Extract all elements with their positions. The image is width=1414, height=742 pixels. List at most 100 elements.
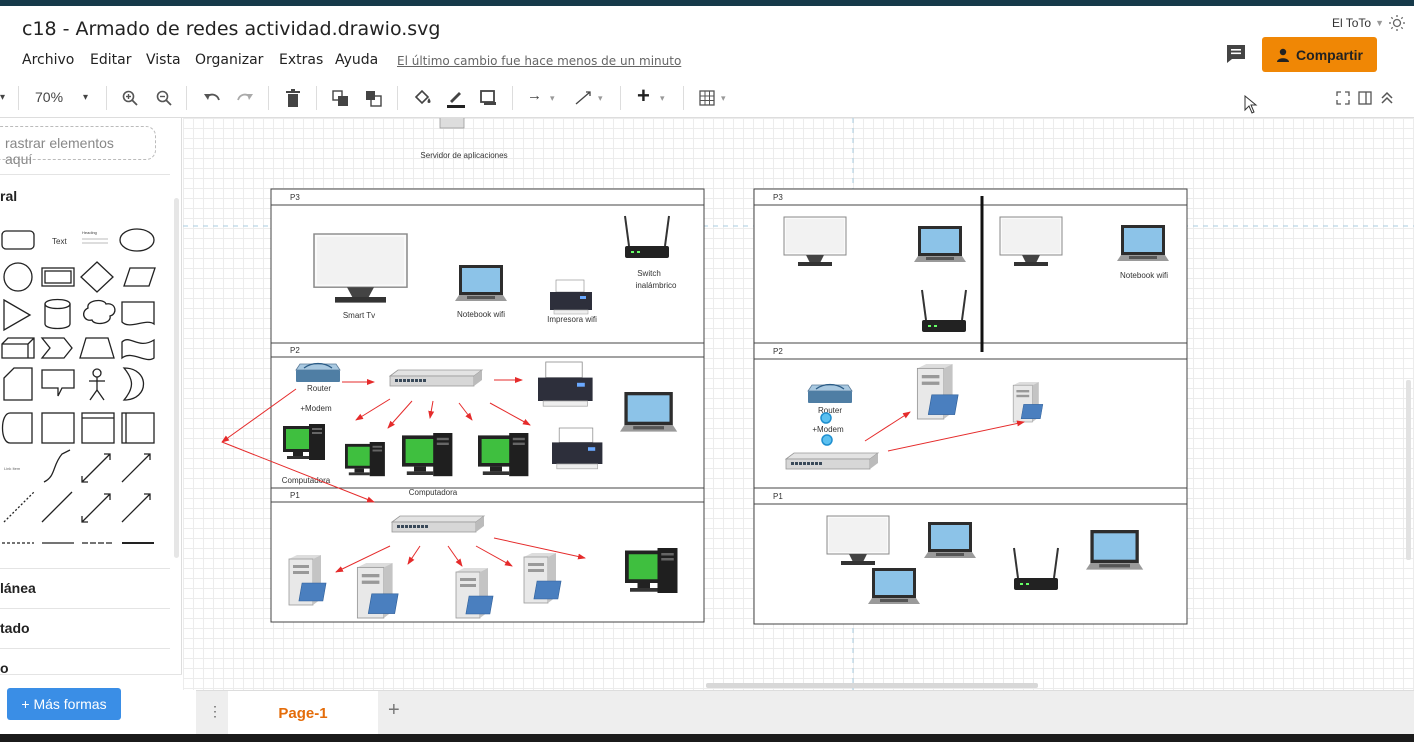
divider: [0, 174, 170, 175]
server-icon[interactable]: [288, 554, 327, 606]
server-icon[interactable]: [1012, 381, 1044, 423]
chevron-down-icon[interactable]: ▾: [660, 93, 665, 104]
trash-icon[interactable]: [285, 89, 301, 107]
format-panel-icon[interactable]: [1358, 91, 1372, 105]
menu-editar[interactable]: Editar: [90, 52, 131, 68]
comment-icon[interactable]: [1224, 42, 1248, 66]
switch-label-line1: Switch: [637, 269, 661, 278]
menu-archivo[interactable]: Archivo: [22, 52, 74, 68]
document-title[interactable]: c18 - Armado de redes actividad.drawio.s…: [22, 18, 440, 40]
pages-menu-icon[interactable]: ⋮: [208, 703, 222, 720]
floor-label-p1: P1: [773, 492, 783, 501]
chevron-down-icon[interactable]: ▾: [721, 93, 726, 104]
server-icon[interactable]: [455, 567, 494, 619]
menu-ayuda[interactable]: Ayuda: [335, 52, 378, 68]
text-shape: Text: [52, 237, 67, 246]
switch-label-line2: inalámbrico: [636, 281, 677, 290]
more-shapes-button[interactable]: + Más formas: [7, 688, 121, 720]
chevron-down-icon[interactable]: ▾: [0, 92, 5, 103]
tab-page-1[interactable]: Page-1: [228, 691, 378, 735]
computer-label-2: Computadora: [409, 488, 458, 497]
router-label: Router: [818, 406, 842, 415]
menu-extras[interactable]: Extras: [279, 52, 323, 68]
menu-bar: Archivo Editar Vista Organizar Extras Ay…: [0, 46, 1414, 74]
toolbar-separator: [397, 86, 398, 110]
vertical-scrollbar[interactable]: [1406, 380, 1411, 560]
diagram-canvas[interactable]: Servidor de aplicaciones P3 P2 P1 Smart …: [183, 118, 1414, 690]
menu-organizar[interactable]: Organizar: [195, 52, 263, 68]
section-miscellaneous[interactable]: lánea: [0, 580, 36, 596]
selection-handle[interactable]: [821, 434, 833, 446]
to-back-icon[interactable]: [365, 90, 383, 108]
left-building[interactable]: P3 P2 P1 Smart Tv Notebook wifi Impresor…: [221, 188, 705, 623]
connection-arrow-icon[interactable]: →: [527, 87, 542, 104]
divider: [0, 648, 170, 649]
title-bar: c18 - Armado de redes actividad.drawio.s…: [0, 6, 1414, 46]
server-icon[interactable]: [356, 562, 399, 619]
last-change-link[interactable]: El último cambio fue hace menos de un mi…: [397, 54, 681, 68]
chevron-down-icon[interactable]: ▾: [598, 93, 603, 104]
floor-label-p2: P2: [773, 347, 783, 356]
section-general[interactable]: ral: [0, 188, 17, 204]
horizontal-scrollbar[interactable]: [706, 683, 1038, 688]
router-icon[interactable]: [295, 362, 341, 383]
toolbar-separator: [268, 86, 269, 110]
switch-icon[interactable]: [391, 515, 485, 533]
laptop-icon[interactable]: [914, 226, 966, 262]
line-color-icon[interactable]: [446, 88, 466, 108]
table-icon[interactable]: [699, 90, 715, 106]
laptop-icon[interactable]: [924, 522, 976, 558]
notebook-label: Notebook wifi: [1120, 271, 1168, 280]
menu-vista[interactable]: Vista: [146, 52, 181, 68]
waypoints-icon[interactable]: [574, 90, 592, 106]
user-name[interactable]: El ToTo: [1332, 16, 1371, 30]
divider: [0, 608, 170, 609]
diagram[interactable]: Servidor de aplicaciones P3 P2 P1 Smart …: [183, 118, 1414, 690]
laptop-icon[interactable]: [868, 568, 920, 604]
section-advanced[interactable]: tado: [0, 620, 30, 636]
mouse-pointer-icon: [1244, 95, 1258, 114]
printer-label: Impresora wifi: [547, 315, 597, 324]
add-page-icon[interactable]: +: [388, 699, 400, 722]
share-button[interactable]: Compartir: [1262, 37, 1377, 72]
shadow-icon[interactable]: [480, 90, 498, 106]
floor-label-p3: P3: [290, 193, 300, 202]
laptop-icon[interactable]: [620, 392, 678, 432]
right-building[interactable]: P3 P2 P1 Notebook wifi Router +Modem: [753, 188, 1188, 625]
selection-handle[interactable]: [820, 412, 832, 424]
user-menu[interactable]: El ToTo ▼: [1332, 14, 1406, 32]
notebook-label: Notebook wifi: [457, 310, 505, 319]
sidebar-scrollbar[interactable]: [174, 198, 179, 558]
zoom-in-icon[interactable]: [122, 90, 138, 106]
chevron-down-icon[interactable]: ▾: [83, 92, 88, 103]
undo-icon[interactable]: [203, 91, 221, 105]
router-label: Router: [307, 384, 331, 393]
modem-label: +Modem: [300, 404, 332, 413]
laptop-icon[interactable]: [1086, 530, 1144, 570]
laptop-icon[interactable]: [455, 265, 507, 301]
sun-icon[interactable]: [1388, 14, 1406, 32]
switch-icon[interactable]: [389, 369, 483, 387]
zoom-select[interactable]: 70%: [35, 89, 63, 105]
router-icon[interactable]: [807, 383, 853, 404]
chevron-down-icon[interactable]: ▾: [550, 93, 555, 104]
fill-color-icon[interactable]: [413, 89, 433, 107]
insert-plus-icon[interactable]: +: [637, 83, 650, 109]
general-shapes-palette[interactable]: Text Heading Link Item: [0, 218, 170, 568]
server-icon[interactable]: [916, 363, 959, 420]
redo-icon[interactable]: [236, 91, 254, 105]
server-icon[interactable]: [523, 552, 562, 604]
app-server-shape[interactable]: [439, 118, 465, 129]
os-taskbar: [0, 734, 1414, 742]
fullscreen-icon[interactable]: [1336, 91, 1350, 105]
heading-shape: Heading: [82, 230, 97, 235]
laptop-icon[interactable]: [1117, 225, 1169, 261]
switch-icon[interactable]: [785, 452, 879, 470]
smart-tv-label: Smart Tv: [343, 311, 375, 320]
floor-label-p1: P1: [290, 491, 300, 500]
zoom-out-icon[interactable]: [156, 90, 172, 106]
toolbar-separator: [186, 86, 187, 110]
collapse-icon[interactable]: [1380, 91, 1394, 105]
search-shapes-input[interactable]: rastrar elementos aquí: [0, 126, 156, 167]
to-front-icon[interactable]: [332, 90, 350, 108]
